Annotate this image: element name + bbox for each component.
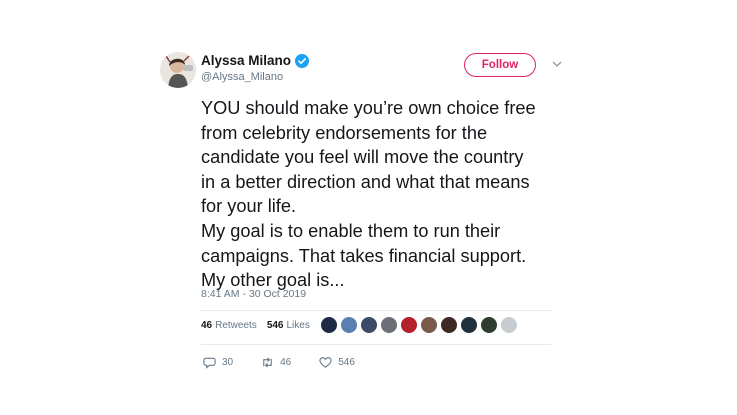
divider	[201, 344, 551, 345]
liker-avatar[interactable]	[380, 316, 398, 334]
likes-label: Likes	[286, 320, 310, 331]
retweets-label: Retweets	[215, 320, 257, 331]
liker-avatar[interactable]	[420, 316, 438, 334]
retweet-icon	[263, 357, 272, 368]
heart-icon	[319, 357, 332, 368]
reply-button[interactable]: 30	[203, 356, 233, 369]
tweet-text: YOU should make you’re own choice free f…	[201, 98, 536, 291]
timestamp[interactable]: 8:41 AM - 30 Oct 2019	[201, 288, 306, 300]
reply-count: 30	[222, 357, 234, 368]
liker-avatar[interactable]	[340, 316, 358, 334]
liker-avatar[interactable]	[400, 316, 418, 334]
liker-avatar[interactable]	[320, 316, 338, 334]
follow-button[interactable]: Follow	[464, 53, 536, 77]
likes-stat[interactable]: 546 Likes	[267, 320, 310, 331]
retweets-stat[interactable]: 46 Retweets	[201, 320, 257, 331]
display-name[interactable]: Alyssa Milano	[201, 53, 291, 68]
retweet-count: 46	[280, 357, 292, 368]
like-button[interactable]: 546	[319, 356, 355, 369]
handle[interactable]: @Alyssa_Milano	[201, 71, 309, 83]
divider	[201, 310, 551, 311]
author-block: Alyssa Milano @Alyssa_Milano	[201, 53, 310, 83]
avatar[interactable]	[160, 52, 196, 88]
retweet-button[interactable]: 46	[261, 356, 291, 369]
tweet-actions: 30 46 546	[203, 356, 383, 369]
likes-count: 546	[266, 320, 284, 331]
verified-badge-icon	[295, 53, 310, 68]
liker-avatar[interactable]	[440, 316, 458, 334]
tweet-card: Alyssa Milano @Alyssa_Milano Follow YOU …	[158, 44, 578, 384]
like-count: 546	[338, 357, 355, 368]
engagement-stats: 46 Retweets 546 Likes	[201, 320, 320, 331]
liker-avatar[interactable]	[500, 316, 518, 334]
liker-avatar[interactable]	[460, 316, 478, 334]
chevron-down-icon[interactable]	[552, 60, 562, 68]
retweets-count: 46	[201, 320, 213, 331]
liker-avatars	[320, 316, 520, 334]
liker-avatar[interactable]	[360, 316, 378, 334]
liker-avatar[interactable]	[480, 316, 498, 334]
reply-icon	[203, 357, 216, 369]
